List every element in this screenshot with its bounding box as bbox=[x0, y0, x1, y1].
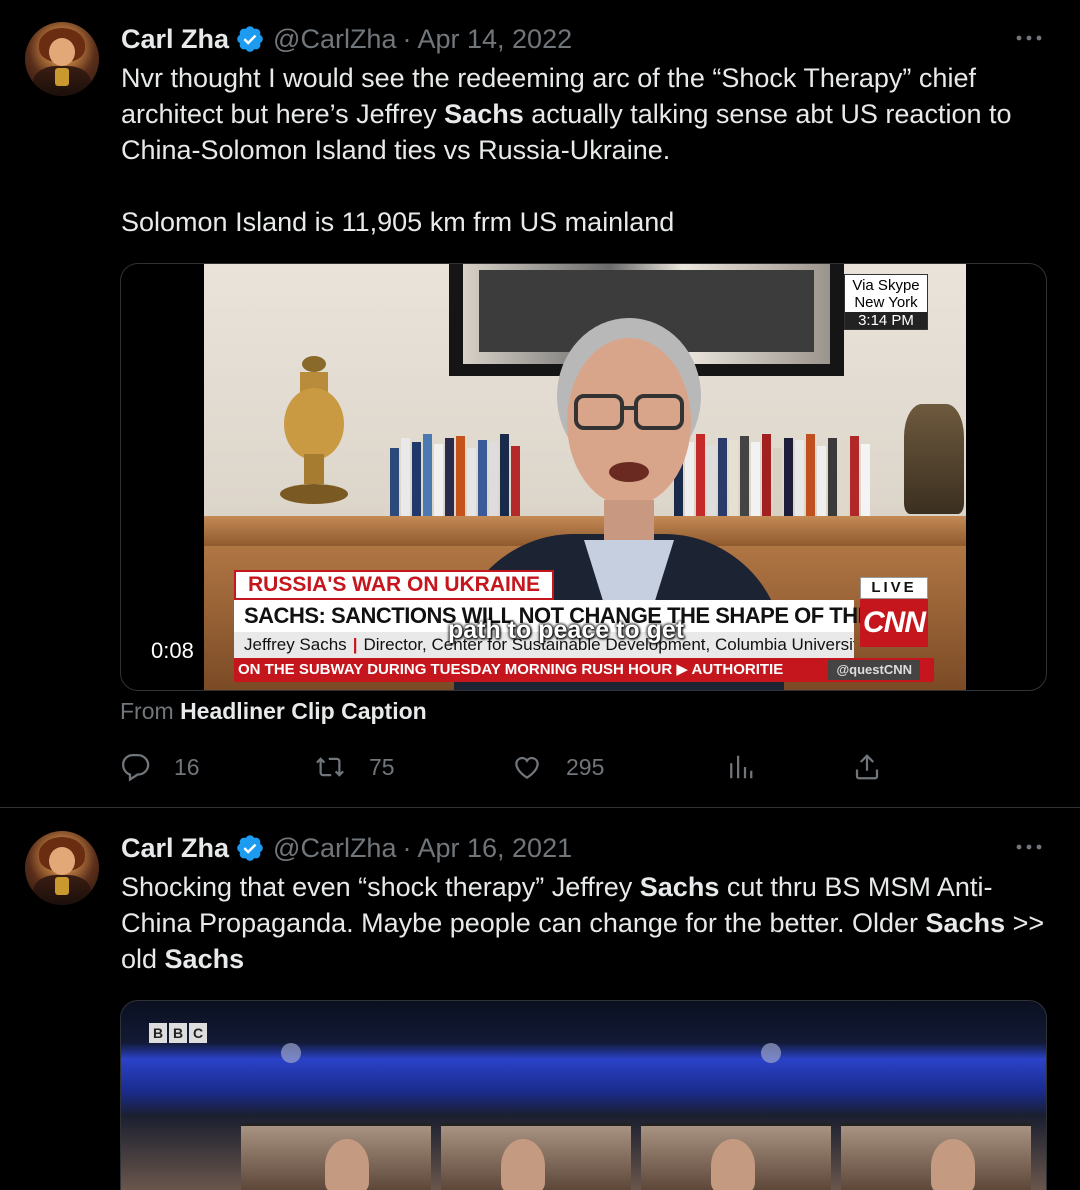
avatar[interactable] bbox=[25, 831, 99, 905]
highlight-term: Sachs bbox=[164, 944, 245, 974]
like-count: 295 bbox=[566, 753, 605, 780]
share-icon bbox=[855, 754, 879, 780]
reply-count: 16 bbox=[174, 753, 200, 780]
highlight-term: Sachs bbox=[925, 908, 1006, 938]
tweet-paragraph: Solomon Island is 11,905 km frm US mainl… bbox=[121, 207, 675, 237]
share-button[interactable] bbox=[852, 752, 906, 782]
tweet-date[interactable]: Apr 14, 2022 bbox=[417, 24, 572, 55]
like-icon bbox=[515, 756, 539, 779]
live-badge: LIVE bbox=[860, 577, 928, 599]
more-icon[interactable] bbox=[1014, 28, 1044, 48]
statue-image bbox=[904, 404, 964, 514]
like-button[interactable]: 295 bbox=[512, 752, 604, 782]
bookshelf-left bbox=[390, 434, 520, 518]
more-icon[interactable] bbox=[1014, 837, 1044, 857]
source-link[interactable]: Headliner Clip Caption bbox=[180, 698, 427, 724]
verified-badge-icon bbox=[237, 26, 263, 52]
news-ticker: ON THE SUBWAY DURING TUESDAY MORNING RUS… bbox=[234, 658, 934, 682]
handle[interactable]: @CarlZha bbox=[273, 24, 396, 55]
retweet-button[interactable]: 75 bbox=[315, 752, 395, 782]
ticker-handle: @questCNN bbox=[828, 660, 920, 680]
handle[interactable]: @CarlZha bbox=[273, 833, 396, 864]
tweet-text: Nvr thought I would see the redeeming ar… bbox=[121, 60, 1051, 240]
verified-badge-icon bbox=[237, 835, 263, 861]
skype-location-badge: Via Skype New York 3:14 PM bbox=[844, 274, 928, 330]
cnn-logo: LIVE CNN bbox=[860, 577, 928, 647]
retweet-count: 75 bbox=[369, 753, 395, 780]
highlight-term: Sachs bbox=[639, 872, 720, 902]
tweet-header: Carl Zha @CarlZha · Apr 16, 2021 bbox=[121, 831, 572, 865]
separator-dot: · bbox=[402, 832, 412, 863]
video-player[interactable]: BBC bbox=[120, 1000, 1047, 1190]
network-logo: CNN bbox=[860, 599, 928, 647]
tweet[interactable]: Carl Zha @CarlZha · Apr 14, 2022 Nvr tho… bbox=[0, 0, 1080, 808]
subtitle-caption: path to peace to get bbox=[448, 616, 685, 644]
bbc-logo: BBC bbox=[149, 1023, 207, 1043]
display-name[interactable]: Carl Zha bbox=[121, 24, 229, 55]
views-icon bbox=[730, 755, 753, 779]
tweet-date[interactable]: Apr 16, 2021 bbox=[417, 833, 572, 864]
studio-screens bbox=[241, 1123, 1031, 1190]
chyron-topic: RUSSIA'S WAR ON UKRAINE bbox=[234, 570, 555, 600]
tweet-header: Carl Zha @CarlZha · Apr 14, 2022 bbox=[121, 22, 572, 56]
video-frame[interactable]: Via Skype New York 3:14 PM RUSSIA'S WAR … bbox=[204, 264, 966, 690]
retweet-icon bbox=[316, 757, 344, 777]
tweet-paragraph: Nvr thought I would see the redeeming ar… bbox=[121, 63, 1012, 165]
reply-icon bbox=[121, 754, 150, 782]
action-bar: 16 75 295 bbox=[120, 752, 920, 786]
views-button[interactable] bbox=[725, 752, 779, 782]
reply-button[interactable]: 16 bbox=[120, 752, 200, 782]
video-duration-badge: 0:08 bbox=[145, 634, 200, 668]
highlight-term: Sachs bbox=[444, 99, 524, 129]
chyron-name: Jeffrey Sachs bbox=[244, 635, 347, 654]
display-name[interactable]: Carl Zha bbox=[121, 833, 229, 864]
video-player[interactable]: Via Skype New York 3:14 PM RUSSIA'S WAR … bbox=[120, 263, 1047, 691]
samovar-image bbox=[280, 356, 348, 504]
separator-dot: · bbox=[402, 23, 412, 54]
source-attribution: From Headliner Clip Caption bbox=[120, 698, 427, 724]
tweet-text: Shocking that even “shock therapy” Jeffr… bbox=[121, 872, 1045, 974]
avatar[interactable] bbox=[25, 22, 99, 96]
